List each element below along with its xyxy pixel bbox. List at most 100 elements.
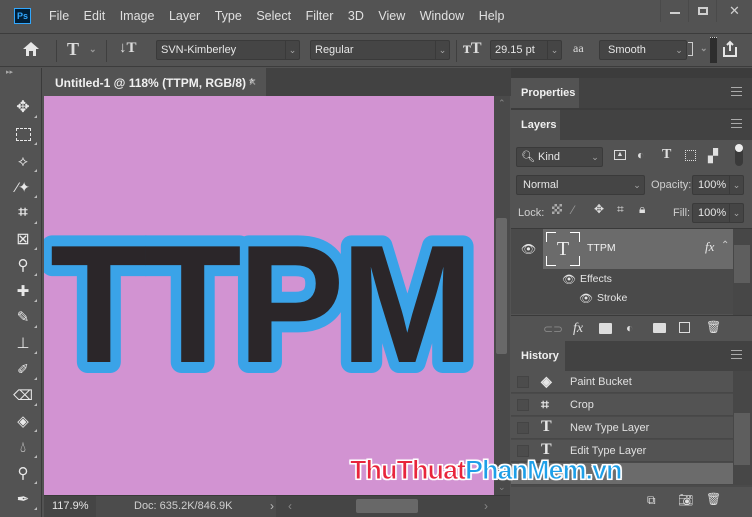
history-snapshot-checkbox[interactable] [517,399,529,411]
history-brush-tool[interactable]: ✐ [12,358,37,380]
new-snapshot-camera-icon[interactable]: 📷︎ [678,493,693,507]
frame-tool[interactable]: ⊠ [12,228,37,250]
document-tab[interactable]: Untitled-1 @ 118% (TTPM, RGB/8) * × [44,68,266,96]
scrollbar-thumb[interactable] [496,218,507,354]
magic-wand-tool[interactable]: ⁄✦ [12,176,37,198]
history-item[interactable]: ⌗ Crop [511,394,733,416]
crop-tool[interactable]: ⌗ [12,202,37,224]
close-document-icon[interactable]: × [249,75,256,89]
history-scrollbar[interactable] [733,371,752,485]
history-snapshot-checkbox[interactable] [517,422,529,434]
blur-tool[interactable]: 💧︎ [12,436,37,458]
layer-name[interactable]: TTPM [587,242,616,254]
lock-image-icon[interactable]: ⁄ [572,203,574,217]
clone-stamp-tool[interactable]: ⊥ [12,332,37,354]
filter-pixel-icon[interactable]: ▲ [614,150,626,160]
layer-visibility-eye-icon[interactable]: 👁︎ [521,242,536,256]
delete-state-icon[interactable]: 🗑︎ [706,492,721,506]
tab-layers[interactable]: Layers [511,110,560,140]
filter-type-icon[interactable]: T [662,147,671,163]
menu-file[interactable]: File [49,8,69,24]
properties-menu-icon[interactable] [731,87,742,96]
chevron-down-icon[interactable]: ⌄ [89,44,97,55]
layers-menu-icon[interactable] [731,119,742,128]
stroke-visibility-eye-icon[interactable]: 👁︎ [579,292,593,305]
scroll-up-icon[interactable]: ⌃ [498,98,506,109]
eyedropper-tool[interactable]: ⚲ [12,254,37,276]
font-size-input[interactable]: 29.15 pt ⌄ [490,40,562,60]
filter-smartobject-icon[interactable]: ▞ [708,148,718,164]
close-button[interactable]: ✕ [716,0,752,22]
new-document-from-state-icon[interactable]: ⧉ [647,493,656,508]
lock-artboard-icon[interactable]: ⌗ [617,202,624,217]
new-adjustment-layer-icon[interactable]: ◐ [626,321,633,335]
filter-toggle[interactable] [735,144,743,166]
antialias-select[interactable]: Smooth ⌄ [599,40,687,60]
marquee-tool[interactable] [12,123,37,145]
history-menu-icon[interactable] [731,350,742,359]
delete-layer-icon[interactable]: 🗑︎ [706,320,721,334]
filter-shape-icon[interactable] [685,150,696,161]
opacity-input[interactable]: 100% ⌄ [692,175,744,195]
zoom-level[interactable]: 117.9% [52,500,89,512]
pen-tool[interactable]: ✒︎ [12,488,37,510]
menu-filter[interactable]: Filter [306,8,334,24]
tab-history[interactable]: History [511,341,565,371]
layers-scroll-thumb[interactable] [734,245,750,283]
menu-edit[interactable]: Edit [84,8,106,24]
status-menu-arrow[interactable]: › [270,499,274,513]
menu-3d[interactable]: 3D [348,8,364,24]
move-tool[interactable]: ✥ [12,96,37,118]
share-button[interactable] [721,40,739,61]
healing-brush-tool[interactable]: ✚ [12,280,37,302]
filter-adjustment-icon[interactable]: ◐ [637,148,644,162]
collapse-toolbar-button[interactable]: ▸▸ [0,68,41,78]
history-snapshot-checkbox[interactable] [517,376,529,388]
paint-bucket-tool[interactable]: ◈ [12,410,37,432]
eraser-tool[interactable]: ⌫ [12,384,37,406]
lock-all-icon[interactable]: 🔒︎ [639,202,645,217]
history-item[interactable]: ◈ Paint Bucket [511,371,733,393]
brush-tool[interactable]: ✎ [12,306,37,328]
new-layer-icon[interactable] [679,322,690,333]
lock-position-icon[interactable]: ✥ [594,202,604,216]
layer-row[interactable]: T TTPM fx ⌃ [543,229,733,269]
maximize-button[interactable] [688,0,716,22]
hscroll-right-icon[interactable]: › [484,499,488,513]
blend-mode-select[interactable]: Normal ⌄ [516,175,645,195]
dodge-tool[interactable]: ⚲ [12,462,37,484]
add-mask-icon[interactable] [599,323,612,334]
menu-type[interactable]: Type [215,8,242,24]
menu-select[interactable]: Select [256,8,291,24]
new-group-icon[interactable] [653,323,666,333]
canvas[interactable]: TTPM TTPM [44,96,494,495]
effects-visibility-eye-icon[interactable]: 👁︎ [562,273,576,286]
home-button[interactable] [22,41,40,60]
tab-properties[interactable]: Properties [511,78,579,108]
menu-help[interactable]: Help [479,8,505,24]
lasso-tool[interactable]: ⟡ [12,150,37,172]
chevron-down-icon[interactable]: ⌄ [700,43,708,54]
toolbar-grip[interactable] [710,37,717,63]
font-family-select[interactable]: SVN-Kimberley ⌄ [156,40,300,60]
collapse-effects-icon[interactable]: ⌃ [721,240,729,251]
history-item[interactable]: T New Type Layer [511,417,733,439]
vertical-scrollbar[interactable]: ⌃ ⌄ [494,96,510,495]
layer-filter-select[interactable]: 🔍︎ Kind ⌄ [516,147,603,167]
add-layer-style-icon[interactable]: fx [573,321,583,337]
history-scroll-thumb[interactable] [734,413,750,465]
menu-window[interactable]: Window [420,8,464,24]
fill-input[interactable]: 100% ⌄ [692,203,744,223]
minimize-button[interactable] [660,0,688,22]
hscroll-left-icon[interactable]: ‹ [288,499,292,513]
text-orientation-button[interactable]: ↓T [119,40,137,57]
lock-transparent-icon[interactable] [552,204,562,214]
align-left-button[interactable] [688,42,693,56]
layers-scrollbar[interactable] [733,229,752,315]
layer-fx-icon[interactable]: fx [705,239,714,255]
font-style-select[interactable]: Regular ⌄ [310,40,450,60]
menu-image[interactable]: Image [120,8,155,24]
horizontal-scrollbar-thumb[interactable] [356,499,418,513]
menu-layer[interactable]: Layer [169,8,200,24]
type-tool-preset[interactable]: T [67,39,79,60]
